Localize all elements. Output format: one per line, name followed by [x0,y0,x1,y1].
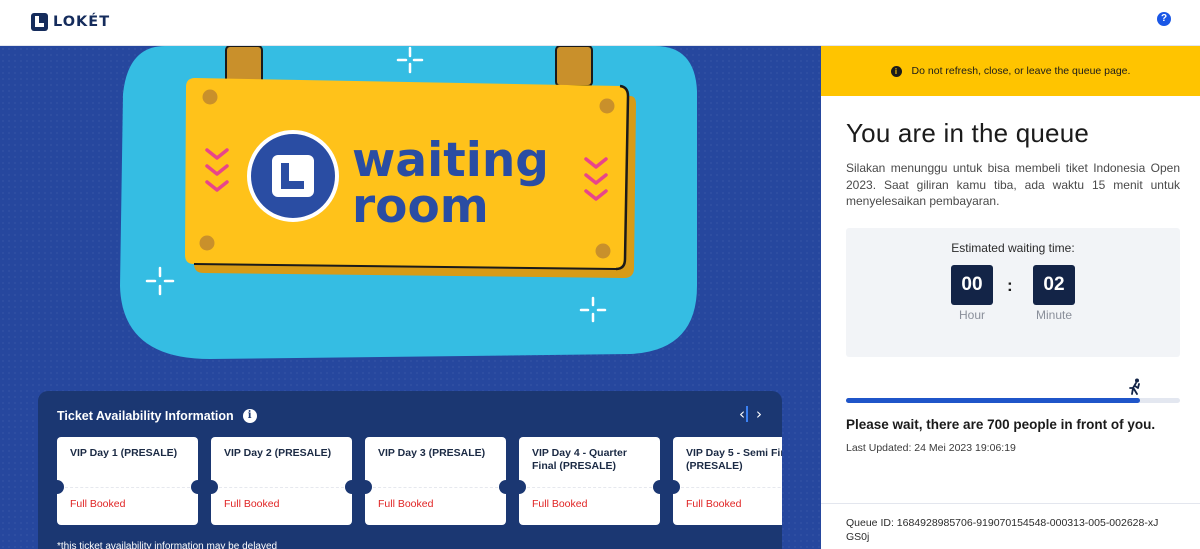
card-notch [673,480,680,494]
loket-logo[interactable]: LOKÉT [31,12,110,32]
card-notch [499,480,506,494]
ticket-availability-section: Ticket Availability Information i ‹ › VI… [38,391,782,549]
wait-message: Please wait, there are 700 people in fro… [846,417,1156,432]
ticket-card[interactable]: VIP Day 3 (PRESALE) Full Booked [365,437,506,525]
warning-info-icon: i [890,65,902,77]
card-notch [365,480,372,494]
hours-block: 00 Hour [951,265,993,322]
waiting-room-illustration: waiting room [120,46,697,359]
estimated-time-label: Estimated waiting time: [951,241,1075,255]
ticket-name: VIP Day 4 - Quarter Final (PRESALE) [532,447,627,472]
waiting-room-panel: waiting room Ticket Availability Informa… [0,46,821,549]
help-icon[interactable]: ? [1157,12,1171,26]
card-notch [653,480,660,494]
ticket-name: VIP Day 1 (PRESALE) [70,447,178,459]
info-icon[interactable]: i [242,409,257,423]
ticket-card-carousel: VIP Day 1 (PRESALE) Full Booked VIP Day … [57,437,782,527]
ticket-card[interactable]: VIP Day 2 (PRESALE) Full Booked [211,437,352,525]
card-notch [191,480,198,494]
queue-id: Queue ID: 1684928985706-919070154548-000… [846,517,1159,543]
loket-logo-icon [31,13,48,31]
ticket-card[interactable]: VIP Day 1 (PRESALE) Full Booked [57,437,198,525]
ticket-status: Full Booked [224,498,280,510]
card-notch [345,480,352,494]
ticket-name: VIP Day 5 - Semi Final (PRESALE) [686,447,782,472]
runner-icon [1129,378,1140,395]
card-notch [211,480,218,494]
queue-title: You are in the queue [846,118,1090,148]
card-divider [681,487,782,488]
warning-text: Do not refresh, close, or leave the queu… [911,65,1131,77]
queue-description: Silakan menunggu untuk bisa membeli tike… [846,161,1180,208]
ticket-status: Full Booked [532,498,588,510]
hours-value: 00 [951,265,993,305]
card-divider [373,487,498,488]
top-bar: LOKÉT ? [0,0,1200,46]
card-divider [65,487,190,488]
carousel-prev-button[interactable]: ‹ [738,406,748,422]
carousel-nav: ‹ › [738,406,764,422]
minutes-block: 02 Minute [1033,265,1075,322]
ticket-name: VIP Day 3 (PRESALE) [378,447,486,459]
card-divider [219,487,344,488]
sign-text-line2: room [352,179,489,234]
hours-label: Hour [958,308,985,322]
card-notch [519,480,526,494]
estimated-time-box: Estimated waiting time: 00 Hour : 02 Min… [846,228,1180,357]
last-updated: Last Updated: 24 Mei 2023 19:06:19 [846,442,1016,454]
logo-text: LOKÉT [53,14,111,30]
minutes-label: Minute [1035,308,1073,322]
card-notch [57,480,64,494]
ticket-name: VIP Day 2 (PRESALE) [224,447,332,459]
divider [821,503,1200,504]
ticket-card[interactable]: VIP Day 4 - Quarter Final (PRESALE) Full… [519,437,660,525]
ticket-availability-title: Ticket Availability Information [57,409,234,423]
ticket-status: Full Booked [686,498,742,510]
availability-note: *this ticket availability information ma… [57,541,278,549]
queue-progress-fill [846,398,1140,403]
ticket-card[interactable]: VIP Day 5 - Semi Final (PRESALE) Full Bo… [673,437,782,525]
warning-banner: i Do not refresh, close, or leave the qu… [821,46,1200,96]
minutes-value: 02 [1033,265,1075,305]
queue-progress-bar [846,398,1180,403]
queue-panel: i Do not refresh, close, or leave the qu… [821,46,1200,549]
ticket-status: Full Booked [70,498,126,510]
carousel-next-button[interactable]: › [754,406,764,422]
card-divider [527,487,652,488]
time-separator: : [1007,276,1013,295]
ticket-availability-header: Ticket Availability Information i [57,409,257,423]
ticket-status: Full Booked [378,498,434,510]
